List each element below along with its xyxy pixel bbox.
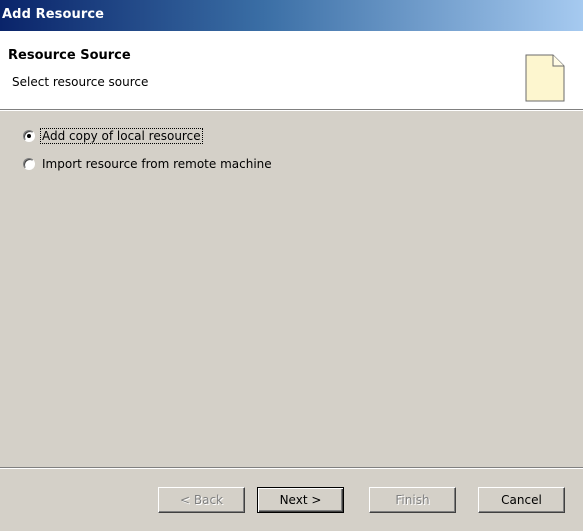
option-label-remote: Import resource from remote machine [42,157,272,171]
header-divider-highlight [0,110,583,111]
option-import-remote[interactable]: Import resource from remote machine [23,155,273,173]
radio-button-local[interactable] [23,130,35,142]
cancel-button[interactable]: Cancel [478,487,565,513]
page-description: Select resource source [12,75,149,89]
add-resource-dialog: Add Resource Resource Source Select reso… [0,0,583,531]
wizard-header: Resource Source Select resource source [0,31,583,109]
window-title: Add Resource [2,7,105,22]
finish-button[interactable]: Finish [369,487,456,513]
option-label-local: Add copy of local resource [40,128,203,144]
footer-divider-highlight [0,468,583,469]
title-bar[interactable]: Add Resource [0,0,583,31]
page-icon [525,54,565,102]
back-button[interactable]: < Back [158,487,245,513]
next-button[interactable]: Next > [257,487,344,513]
radio-selected-dot [27,134,31,138]
radio-button-remote[interactable] [23,158,35,170]
page-title: Resource Source [8,48,131,63]
option-add-local-copy[interactable]: Add copy of local resource [23,127,203,145]
